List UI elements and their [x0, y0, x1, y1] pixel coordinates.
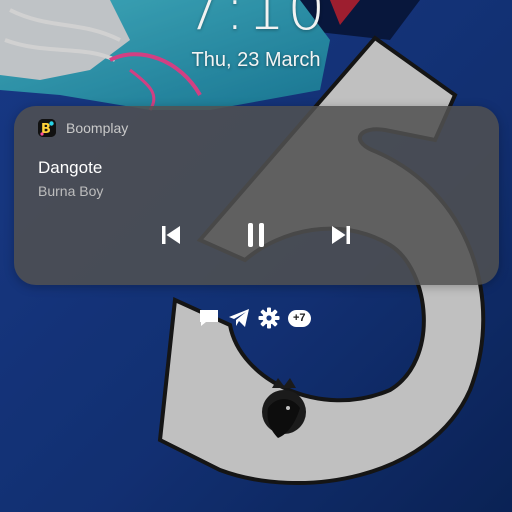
skip-next-icon: [332, 226, 350, 244]
track-title: Dangote: [38, 158, 103, 177]
lockscreen-clock: 7:10: [184, 0, 328, 44]
track-artist: Burna Boy: [38, 183, 104, 199]
media-app-header: B Boomplay: [38, 119, 128, 137]
settings-gear-icon: [258, 307, 280, 329]
boomplay-icon: B: [38, 119, 56, 137]
media-controls: [14, 220, 499, 250]
lockscreen-date: Thu, 23 March: [191, 49, 321, 71]
pause-button[interactable]: [241, 220, 271, 250]
pause-icon: [248, 223, 264, 247]
media-app-name: Boomplay: [66, 120, 129, 136]
skip-previous-button[interactable]: [156, 220, 186, 250]
more-notifications-badge: +7: [288, 309, 311, 327]
skip-next-button[interactable]: [326, 220, 356, 250]
notification-icons-row[interactable]: +7: [198, 307, 311, 329]
message-icon: [198, 307, 220, 329]
skip-previous-icon: [162, 226, 180, 244]
media-notification-card[interactable]: B Boomplay Dangote Burna Boy: [14, 106, 499, 285]
telegram-icon: [228, 307, 250, 329]
